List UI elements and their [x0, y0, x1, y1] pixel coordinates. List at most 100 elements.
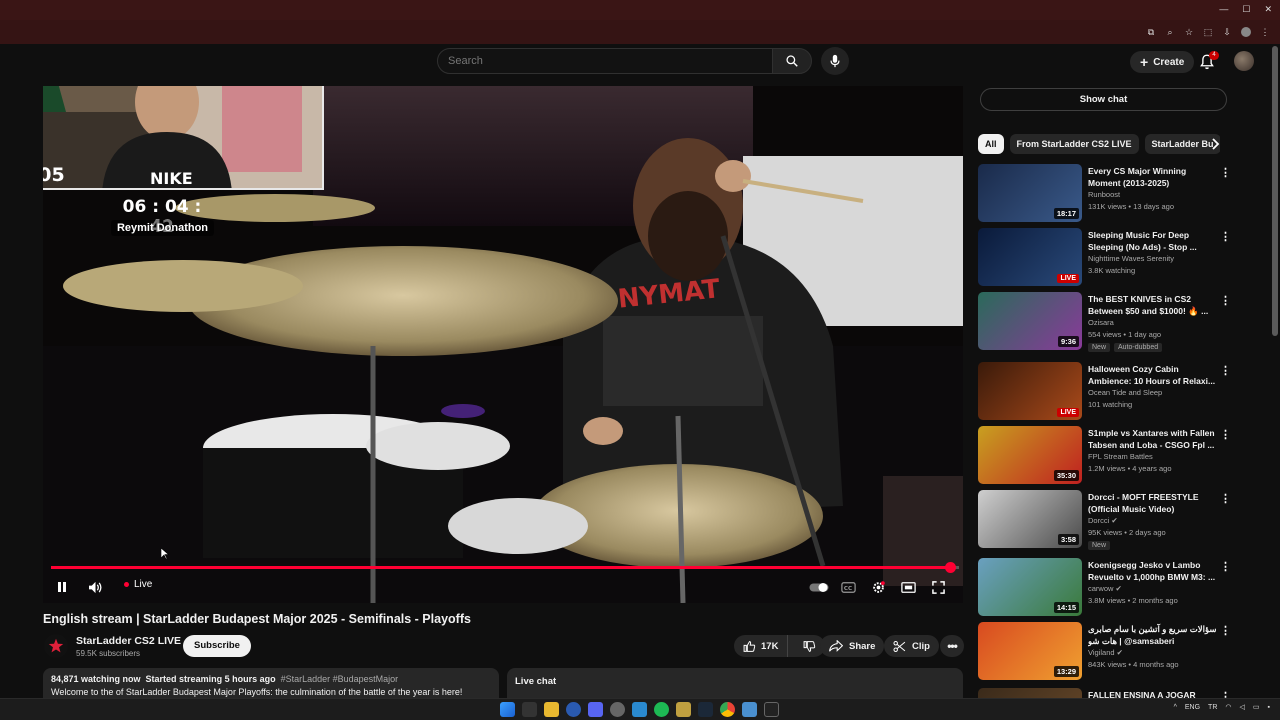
recommendation-item[interactable]: LIVE Sleeping Music For Deep Sleeping (No…	[978, 228, 1238, 288]
create-button[interactable]: + Create	[1130, 51, 1195, 73]
subscribe-button[interactable]: Subscribe	[183, 635, 251, 657]
tray-chevron-icon[interactable]: ^	[1174, 704, 1177, 711]
video-thumbnail[interactable]: 35:30	[978, 426, 1082, 484]
menu-icon[interactable]: ⋮	[1260, 27, 1270, 37]
edge-icon[interactable]	[632, 702, 647, 717]
discord-icon[interactable]	[588, 702, 603, 717]
extensions-icon[interactable]: ⬚	[1203, 27, 1213, 37]
taskbar-search-icon[interactable]	[522, 702, 537, 717]
recommendation-title[interactable]: S1mple vs Xantares with Fallen Tabsen an…	[1088, 427, 1220, 451]
zoom-icon[interactable]: ⌕	[1165, 27, 1175, 37]
page-scrollbar[interactable]	[1272, 46, 1278, 336]
progress-bar[interactable]	[51, 562, 959, 573]
kick-count: 905	[43, 163, 65, 186]
show-chat-button[interactable]: Show chat	[980, 88, 1227, 111]
more-vertical-icon[interactable]: ⋮	[1220, 364, 1231, 378]
video-thumbnail[interactable]: 18:17	[978, 164, 1082, 222]
recommendation-channel[interactable]: Runboost	[1088, 190, 1218, 199]
recommendation-item[interactable]: 14:15 Koenigsegg Jesko v Lambo Revuelto v…	[978, 558, 1238, 618]
video-thumbnail[interactable]: 9:36	[978, 292, 1082, 350]
pause-button[interactable]	[51, 576, 73, 598]
recommendation-title[interactable]: Halloween Cozy Cabin Ambience: 10 Hours …	[1088, 363, 1220, 387]
steam-icon[interactable]	[698, 702, 713, 717]
settings-app-icon[interactable]	[610, 702, 625, 717]
more-vertical-icon[interactable]: ⋮	[1220, 492, 1231, 506]
recommendation-title[interactable]: Sleeping Music For Deep Sleeping (No Ads…	[1088, 229, 1220, 253]
search-input[interactable]	[438, 49, 772, 73]
recommendation-title[interactable]: Koenigsegg Jesko v Lambo Revuelto v 1,00…	[1088, 559, 1220, 583]
speaker-icon[interactable]: ◁	[1240, 703, 1245, 711]
file-explorer-icon[interactable]	[544, 702, 559, 717]
progress-scrubber[interactable]	[944, 562, 956, 573]
share-button[interactable]: Share	[820, 635, 885, 657]
windows-start-icon[interactable]	[500, 702, 515, 717]
video-thumbnail[interactable]: 14:15	[978, 558, 1082, 616]
word-icon[interactable]	[566, 702, 581, 717]
more-actions-button[interactable]: •••	[940, 635, 964, 657]
video-thumbnail[interactable]: LIVE	[978, 362, 1082, 420]
volume-button[interactable]	[84, 576, 106, 598]
close-icon[interactable]: ✕	[1264, 4, 1272, 15]
fullscreen-button[interactable]	[927, 576, 949, 598]
account-avatar[interactable]	[1234, 51, 1254, 71]
chevron-right-icon[interactable]	[1208, 137, 1222, 151]
video-thumbnail[interactable]: 13:29	[978, 622, 1082, 680]
settings-button[interactable]	[867, 576, 889, 598]
cast-icon[interactable]: ⧉	[1146, 27, 1156, 37]
recommendation-item[interactable]: 18:17 Every CS Major Winning Moment (2013…	[978, 164, 1238, 224]
more-vertical-icon[interactable]: ⋮	[1220, 166, 1231, 180]
recommendation-channel[interactable]: Vigiland ✔	[1088, 648, 1218, 657]
profile-icon[interactable]	[1241, 27, 1251, 37]
subtitles-button[interactable]: CC	[837, 576, 859, 598]
spotify-icon[interactable]	[654, 702, 669, 717]
recommendation-item[interactable]: 9:36 The BEST KNIVES in CS2 Between $50 a…	[978, 292, 1238, 352]
recommendation-title[interactable]: Dorcci - MOFT FREESTYLE (Official Music …	[1088, 491, 1220, 515]
chrome-icon[interactable]	[720, 702, 735, 717]
recommendation-channel[interactable]: carwow ✔	[1088, 584, 1218, 593]
autoplay-toggle[interactable]	[808, 576, 830, 598]
battery-icon[interactable]: ▭	[1253, 703, 1260, 711]
recommendation-channel[interactable]: Dorcci ✔	[1088, 516, 1218, 525]
theater-mode-button[interactable]	[897, 576, 919, 598]
recommendation-item[interactable]: LIVE Halloween Cozy Cabin Ambience: 10 Ho…	[978, 362, 1238, 422]
recommendation-channel[interactable]: FPL Stream Battles	[1088, 452, 1218, 461]
video-thumbnail[interactable]: LIVE	[978, 228, 1082, 286]
voice-search-button[interactable]	[821, 47, 849, 75]
recommendation-channel[interactable]: Ocean Tide and Sleep	[1088, 388, 1218, 397]
recommendation-item[interactable]: 13:29 سؤالات سريع و آتشين با سام صابری | …	[978, 622, 1238, 682]
filter-chip[interactable]: From StarLadder CS2 LIVE	[1009, 134, 1139, 154]
notepad-icon[interactable]	[742, 702, 757, 717]
search-button[interactable]	[772, 48, 812, 74]
recommendation-channel[interactable]: Nighttime Waves Serenity	[1088, 254, 1218, 263]
notification-center-icon[interactable]: ▪	[1268, 704, 1270, 711]
recommendation-channel[interactable]: Ozisara	[1088, 318, 1218, 327]
video-thumbnail[interactable]: 3:58	[978, 490, 1082, 548]
more-vertical-icon[interactable]: ⋮	[1220, 560, 1231, 574]
wifi-icon[interactable]: ◠	[1225, 703, 1231, 711]
tray-keyboard-label[interactable]: TR	[1208, 704, 1217, 711]
hashtags[interactable]: #StarLadder #BudapestMajor	[281, 674, 399, 684]
maximize-icon[interactable]: ☐	[1242, 4, 1250, 15]
minimize-icon[interactable]: —	[1219, 4, 1228, 15]
recommendation-title[interactable]: The BEST KNIVES in CS2 Between $50 and $…	[1088, 293, 1220, 317]
recommendation-item[interactable]: 35:30 S1mple vs Xantares with Fallen Tabs…	[978, 426, 1238, 486]
tray-lang-label[interactable]: ENG	[1185, 704, 1200, 711]
more-vertical-icon[interactable]: ⋮	[1220, 428, 1231, 442]
download-icon[interactable]: ⇩	[1222, 27, 1232, 37]
terminal-icon[interactable]	[764, 702, 779, 717]
star-icon[interactable]: ☆	[1184, 27, 1194, 37]
clip-button[interactable]: Clip	[884, 635, 939, 657]
like-button[interactable]: 17K	[734, 635, 789, 657]
lock-app-icon[interactable]	[676, 702, 691, 717]
more-vertical-icon[interactable]: ⋮	[1220, 624, 1231, 638]
recommendation-title[interactable]: Every CS Major Winning Moment (2013-2025…	[1088, 165, 1220, 189]
filter-chip[interactable]: All	[978, 134, 1004, 154]
more-vertical-icon[interactable]: ⋮	[1220, 294, 1231, 308]
live-indicator[interactable]: Live	[124, 579, 152, 590]
channel-name[interactable]: StarLadder CS2 LIVE	[76, 635, 181, 647]
channel-avatar[interactable]	[44, 634, 68, 658]
recommendation-item[interactable]: 3:58 Dorcci - MOFT FREESTYLE (Official Mu…	[978, 490, 1238, 550]
recommendation-title[interactable]: سؤالات سريع و آتشين با سام صابری | هات ش…	[1088, 623, 1220, 647]
video-player[interactable]: NYMAT NIKE 5 06: 04: Reymit Donathon L…	[43, 86, 963, 603]
more-vertical-icon[interactable]: ⋮	[1220, 230, 1231, 244]
